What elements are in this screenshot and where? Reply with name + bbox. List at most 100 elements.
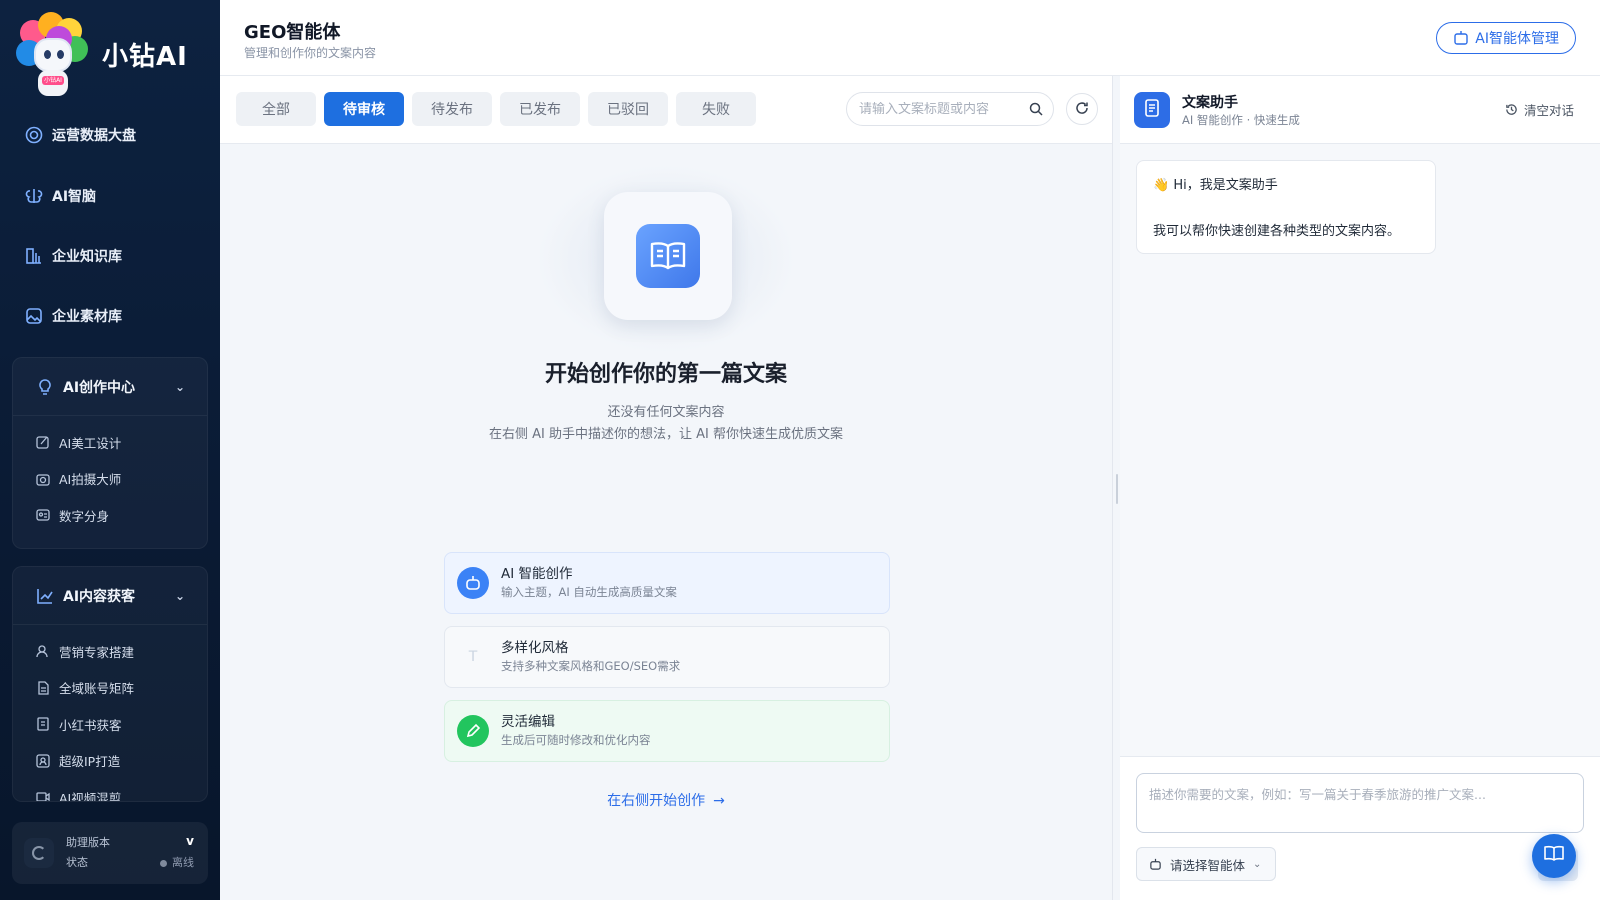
sidebar-item-ai-brain[interactable]: AI智脑	[24, 181, 96, 211]
sidebar: 小钻AI 小钻AI 运营数据大盘 AI智脑 企业知识库 企业素材库 AI创作中心	[0, 0, 220, 900]
sidebar-item-digital-avatar[interactable]: 数字分身	[13, 497, 207, 534]
sidebar-item-ai-camera[interactable]: AI拍摄大师	[13, 461, 207, 498]
sidebar-group-label: AI创作中心	[63, 379, 136, 396]
sidebar-item-dashboard[interactable]: 运营数据大盘	[24, 120, 136, 150]
sidebar-item-label: 运营数据大盘	[52, 128, 136, 144]
tab-pending-review[interactable]: 待审核	[324, 92, 404, 126]
sidebar-group-content-acquisition: AI内容获客 ⌄ 营销专家搭建 全域账号矩阵 小红书获客 超级IP打造 AI视频…	[12, 566, 208, 802]
chat-input[interactable]	[1136, 773, 1584, 833]
lightbulb-icon	[35, 377, 55, 397]
search-input[interactable]	[859, 101, 1019, 117]
bot-settings-icon	[1453, 30, 1469, 46]
sidebar-item-label: AI智脑	[52, 189, 97, 205]
page-subtitle: 管理和创作你的文案内容	[244, 46, 377, 60]
assistant-avatar	[1134, 92, 1170, 128]
clear-chat-button[interactable]: 清空对话	[1505, 100, 1574, 119]
sidebar-item-label: 企业素材库	[52, 309, 122, 325]
open-book-icon	[1543, 845, 1565, 867]
sidebar-item-label: 小红书获客	[59, 717, 122, 733]
chat-composer: 请选择智能体 ⌄	[1120, 756, 1600, 900]
tab-failed[interactable]: 失败	[676, 92, 756, 126]
sidebar-group-header[interactable]: AI内容获客 ⌄	[13, 567, 207, 625]
start-creating-label: 在右侧开始创作	[607, 793, 706, 809]
empty-state-description: 还没有任何文案内容 在右侧 AI 助手中描述你的想法，让 AI 帮你快速生成优质…	[220, 402, 1112, 446]
tab-pending-publish[interactable]: 待发布	[412, 92, 492, 126]
sidebar-item-label: AI美工设计	[59, 435, 122, 451]
state-value: 离线	[172, 856, 194, 869]
sidebar-item-label: 企业知识库	[52, 249, 122, 265]
filter-toolbar: 全部 待审核 待发布 已发布 已驳回 失败	[220, 76, 1112, 144]
document-icon	[1144, 99, 1160, 121]
feature-title: AI 智能创作	[501, 566, 573, 582]
content-panel: 全部 待审核 待发布 已发布 已驳回 失败 开始创作你的第一篇文案 还没有任何文…	[220, 76, 1112, 900]
resize-handle[interactable]	[1116, 474, 1118, 504]
design-icon	[35, 434, 51, 450]
sidebar-item-xiaohongshu[interactable]: 小红书获客	[13, 706, 207, 743]
sidebar-group-label: AI内容获客	[63, 588, 136, 605]
chat-header: 文案助手 AI 智能创作 · 快速生成 清空对话	[1120, 76, 1600, 144]
sidebar-item-marketing-expert[interactable]: 营销专家搭建	[13, 633, 207, 670]
chevron-down-icon: ⌄	[174, 588, 185, 603]
sidebar-item-super-ip[interactable]: 超级IP打造	[13, 743, 207, 780]
image-library-icon	[24, 306, 44, 326]
page-title: GEO智能体	[244, 22, 341, 43]
tab-all[interactable]: 全部	[236, 92, 316, 126]
panel-divider	[1112, 76, 1113, 900]
sidebar-item-ai-design[interactable]: AI美工设计	[13, 424, 207, 461]
pencil-icon	[457, 715, 489, 747]
sidebar-item-image-library[interactable]: 企业素材库	[24, 301, 122, 331]
open-book-icon	[636, 224, 700, 288]
history-icon	[1505, 103, 1518, 116]
bot-icon	[1149, 858, 1162, 871]
sidebar-item-label: AI视频混剪	[59, 790, 122, 802]
empty-state-line2: 在右侧 AI 助手中描述你的想法，让 AI 帮你快速生成优质文案	[489, 427, 843, 442]
clear-chat-label: 清空对话	[1523, 103, 1574, 118]
feature-title: 多样化风格	[501, 640, 569, 656]
brand[interactable]: 小钻AI 小钻AI	[16, 12, 188, 96]
feature-description: 输入主题，AI 自动生成高质量文案	[501, 585, 677, 599]
intro-text: 我可以帮你快速创建各种类型的文案内容。	[1153, 224, 1401, 239]
start-creating-link[interactable]: 在右侧开始创作 →	[220, 790, 1112, 810]
feature-card-ai-creation: AI 智能创作 输入主题，AI 自动生成高质量文案	[444, 552, 890, 614]
agent-select-label: 请选择智能体	[1170, 857, 1246, 873]
greeting-text: Hi，我是文案助手	[1173, 178, 1278, 193]
brand-name: 小钻AI	[102, 41, 188, 72]
search-box	[846, 92, 1054, 126]
feature-description: 生成后可随时修改和优化内容	[501, 733, 651, 747]
empty-state-line1: 还没有任何文案内容	[607, 405, 725, 420]
assistant-message: 👋 Hi，我是文案助手 我可以帮你快速创建各种类型的文案内容。	[1136, 160, 1436, 254]
empty-state: 开始创作你的第一篇文案 还没有任何文案内容 在右侧 AI 助手中描述你的想法，让…	[220, 144, 1112, 900]
agent-management-button[interactable]: AI智能体管理	[1436, 22, 1576, 54]
empty-state-title: 开始创作你的第一篇文案	[544, 362, 787, 387]
tab-rejected[interactable]: 已驳回	[588, 92, 668, 126]
ai-doc-icon	[35, 716, 51, 732]
sidebar-item-label: 超级IP打造	[59, 754, 121, 770]
chevron-down-icon: ⌄	[1253, 858, 1262, 870]
user-icon	[35, 643, 51, 659]
refresh-button[interactable]	[1066, 93, 1098, 125]
sidebar-group-header[interactable]: AI创作中心 ⌄	[13, 358, 207, 416]
sidebar-item-label: AI拍摄大师	[59, 472, 122, 488]
tab-published[interactable]: 已发布	[500, 92, 580, 126]
feature-card-editing: 灵活编辑 生成后可随时修改和优化内容	[444, 700, 890, 762]
loading-spinner-icon	[24, 838, 54, 868]
document-icon	[35, 680, 51, 696]
wave-emoji-icon: 👋	[1153, 178, 1170, 193]
floating-knowledge-button[interactable]	[1532, 834, 1576, 878]
sidebar-item-account-matrix[interactable]: 全域账号矩阵	[13, 670, 207, 707]
assistant-chat-panel: 文案助手 AI 智能创作 · 快速生成 清空对话 👋 Hi，我是文案助手 我可以…	[1120, 76, 1600, 900]
agent-select-dropdown[interactable]: 请选择智能体 ⌄	[1136, 847, 1276, 881]
feature-title: 灵活编辑	[501, 714, 555, 730]
sidebar-item-knowledge-base[interactable]: 企业知识库	[24, 241, 122, 271]
sidebar-item-label: 数字分身	[59, 508, 110, 524]
version-value: v	[186, 834, 194, 848]
brand-logo: 小钻AI	[16, 12, 88, 96]
id-card-icon	[35, 507, 51, 523]
sidebar-item-video-mix[interactable]: AI视频混剪	[13, 779, 207, 802]
knowledge-base-icon	[24, 246, 44, 266]
status-dot-icon	[160, 859, 167, 867]
chart-line-icon	[35, 586, 55, 606]
search-icon[interactable]	[1029, 102, 1043, 116]
brain-icon	[24, 186, 44, 206]
camera-icon	[35, 471, 51, 487]
